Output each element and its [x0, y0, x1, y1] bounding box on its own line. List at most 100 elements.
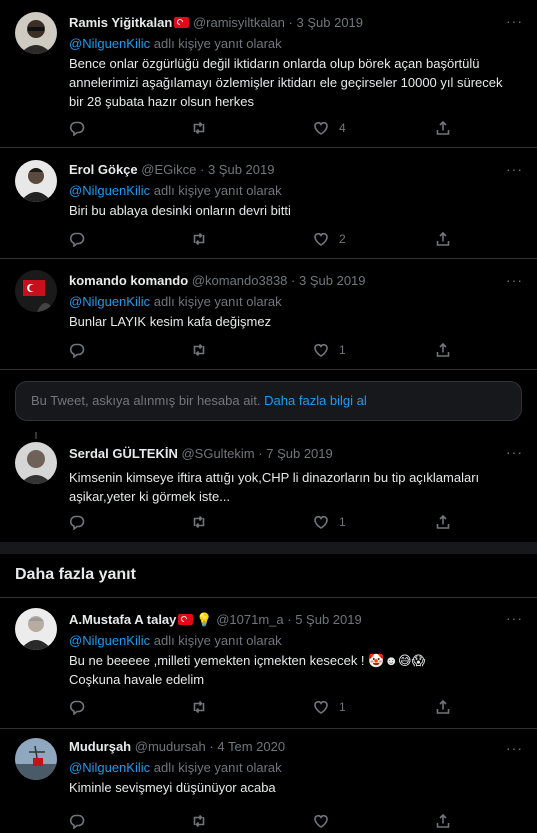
tweet-text: Kimsenin kimseye iftira attığı yok,CHP l… — [69, 470, 480, 504]
reply-context-text: adlı kişiye yanıt olarak — [150, 760, 282, 775]
separator: · — [291, 273, 296, 288]
avatar[interactable] — [15, 738, 57, 780]
share-button[interactable] — [435, 514, 451, 530]
tweet-date[interactable]: 4 Tem 2020 — [217, 739, 285, 754]
reply-context-text: adlı kişiye yanıt olarak — [150, 294, 282, 309]
like-count: 1 — [339, 515, 346, 529]
like-icon — [314, 701, 328, 714]
tweet-text: Biri bu ablaya desinki onların devri bit… — [69, 203, 291, 218]
tweet-date[interactable]: 5 Şub 2019 — [295, 612, 362, 627]
retweet-button[interactable] — [191, 514, 207, 530]
user-handle[interactable]: @ramisyiltkalan — [193, 15, 285, 30]
like-button[interactable]: 1 — [313, 699, 346, 715]
like-icon — [314, 122, 328, 135]
share-button[interactable] — [435, 231, 451, 247]
more-replies-heading: Daha fazla yanıt — [15, 566, 136, 583]
mention-link[interactable]: @NilguenKilic — [69, 633, 150, 648]
reply-button[interactable] — [69, 813, 85, 829]
tweet[interactable]: ··· Erol Gökçe @EGikce · 3 Şub 2019 @Nil… — [0, 148, 537, 259]
tweet-date[interactable]: 7 Şub 2019 — [266, 446, 333, 461]
mention-link[interactable]: @NilguenKilic — [69, 294, 150, 309]
mention-link[interactable]: @NilguenKilic — [69, 183, 150, 198]
share-button[interactable] — [435, 699, 451, 715]
reply-button[interactable] — [69, 699, 85, 715]
like-count: 1 — [339, 700, 346, 714]
display-name[interactable]: komando komando — [69, 273, 188, 288]
retweet-button[interactable] — [191, 231, 207, 247]
avatar[interactable] — [15, 442, 57, 484]
learn-more-link[interactable]: Daha fazla bilgi al — [264, 393, 367, 408]
reply-icon — [69, 700, 85, 715]
like-icon — [314, 516, 328, 529]
avatar[interactable] — [15, 160, 57, 202]
tweet[interactable]: ··· A.Mustafa A talay 💡 @1071m_a · 5 Şub … — [0, 597, 537, 729]
like-count: 2 — [339, 232, 346, 246]
reply-context-text: adlı kişiye yanıt olarak — [150, 183, 282, 198]
reply-button[interactable] — [69, 514, 85, 530]
retweet-button[interactable] — [191, 120, 207, 136]
tweet[interactable]: ··· Mudurşah @mudursah · 4 Tem 2020 @Nil… — [0, 728, 537, 833]
display-name[interactable]: Erol Gökçe — [69, 162, 138, 177]
display-name[interactable]: Mudurşah — [69, 739, 131, 754]
reply-button[interactable] — [69, 231, 85, 247]
avatar[interactable] — [15, 12, 57, 54]
like-button[interactable] — [313, 813, 339, 829]
reply-icon — [69, 343, 85, 358]
reply-icon — [69, 814, 85, 829]
retweet-button[interactable] — [191, 342, 207, 358]
share-icon — [436, 342, 450, 357]
reply-icon — [69, 232, 85, 247]
separator: · — [209, 739, 214, 754]
like-button[interactable]: 1 — [313, 514, 346, 530]
reply-context: @NilguenKilic adlı kişiye yanıt olarak — [69, 632, 517, 649]
share-button[interactable] — [435, 813, 451, 829]
tweet-text: Kiminle sevişmeyi düşünüyor acaba — [69, 780, 276, 795]
lightbulb-icon: 💡 — [196, 612, 213, 627]
like-icon — [314, 815, 328, 828]
tweet[interactable]: ··· Ramis Yiğitkalan @ramisyiltkalan · 3… — [0, 0, 537, 148]
retweet-icon — [193, 700, 205, 714]
like-count: 4 — [339, 121, 346, 135]
user-handle[interactable]: @komando3838 — [192, 273, 288, 288]
mention-link[interactable]: @NilguenKilic — [69, 36, 150, 51]
separator: · — [200, 162, 205, 177]
user-handle[interactable]: @EGikce — [141, 162, 196, 177]
display-name[interactable]: Serdal GÜLTEKİN — [69, 446, 178, 461]
display-name[interactable]: Ramis Yiğitkalan — [69, 15, 172, 30]
like-button[interactable]: 4 — [313, 120, 346, 136]
user-handle[interactable]: @mudursah — [135, 739, 206, 754]
retweet-icon — [193, 814, 205, 828]
avatar[interactable] — [15, 270, 57, 312]
mention-link[interactable]: @NilguenKilic — [69, 760, 150, 775]
share-button[interactable] — [435, 342, 451, 358]
separator: · — [288, 15, 293, 30]
display-name[interactable]: A.Mustafa A talay — [69, 612, 176, 627]
user-handle[interactable]: @1071m_a — [216, 612, 283, 627]
share-button[interactable] — [435, 120, 451, 136]
reply-context-text: adlı kişiye yanıt olarak — [150, 36, 282, 51]
tweet[interactable]: ··· komando komando @komando3838 · 3 Şub… — [0, 259, 537, 370]
tweet-date[interactable]: 3 Şub 2019 — [297, 15, 364, 30]
user-handle[interactable]: @SGultekim — [181, 446, 254, 461]
avatar[interactable] — [15, 608, 57, 650]
like-button[interactable]: 2 — [313, 231, 346, 247]
reply-context: @NilguenKilic adlı kişiye yanıt olarak — [69, 759, 517, 776]
tweet-date[interactable]: 3 Şub 2019 — [299, 273, 366, 288]
retweet-icon — [193, 343, 205, 357]
reply-button[interactable] — [69, 120, 85, 136]
retweet-icon — [193, 515, 205, 529]
retweet-icon — [193, 232, 205, 246]
tweet[interactable]: ··· Serdal GÜLTEKİN @SGultekim · 7 Şub 2… — [0, 432, 537, 541]
separator: · — [258, 446, 263, 461]
retweet-button[interactable] — [191, 813, 207, 829]
tweet-date[interactable]: 3 Şub 2019 — [208, 162, 275, 177]
like-button[interactable]: 1 — [313, 342, 346, 358]
turkey-flag-icon — [178, 614, 194, 625]
share-icon — [436, 699, 450, 714]
reply-button[interactable] — [69, 342, 85, 358]
share-icon — [436, 120, 450, 135]
retweet-icon — [193, 121, 205, 135]
retweet-button[interactable] — [191, 699, 207, 715]
reply-context: @NilguenKilic adlı kişiye yanıt olarak — [69, 182, 517, 199]
tweet-text: Bence onlar özgürlüğü değil iktidarın on… — [69, 56, 503, 109]
